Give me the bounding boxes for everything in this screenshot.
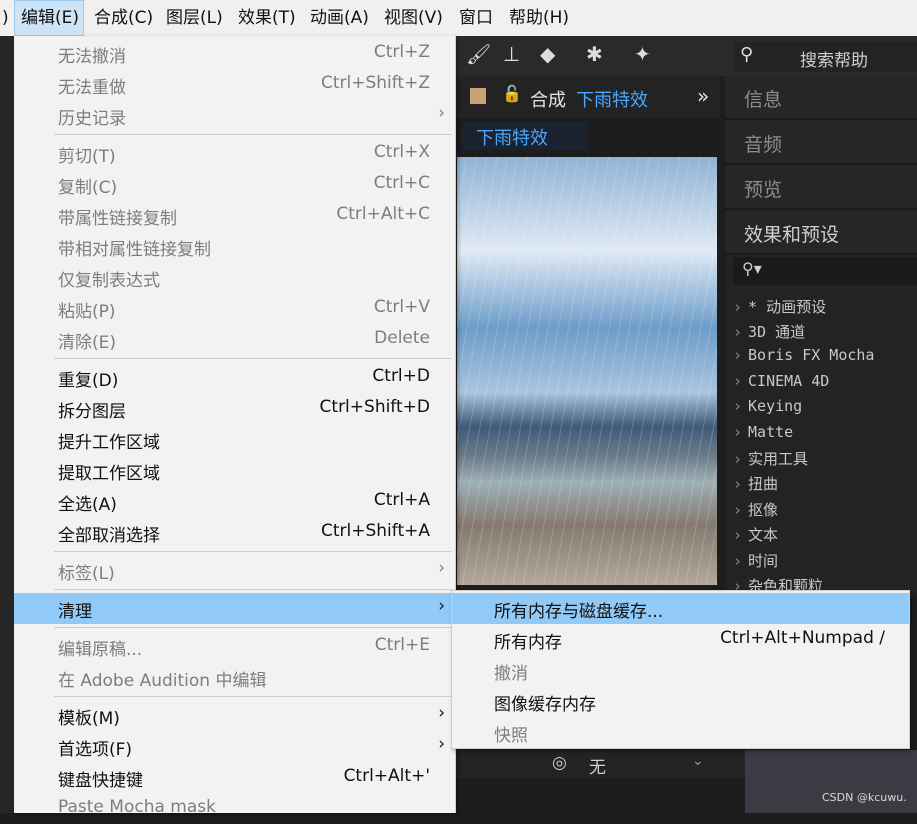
- search-icon: ⚲: [740, 44, 754, 65]
- lock-icon[interactable]: 🔓: [502, 84, 522, 103]
- effects-search-icon: ⚲▾: [742, 259, 762, 278]
- panel-more-icon[interactable]: »: [697, 84, 709, 108]
- menu-item-redo[interactable]: 无法重做 Ctrl+Shift+Z: [14, 69, 455, 100]
- chevron-down-icon[interactable]: ⌄: [692, 753, 704, 769]
- menu-item-paste-mocha-mask[interactable]: Paste Mocha mask: [14, 793, 455, 824]
- effect-category[interactable]: › CINEMA 4D: [733, 372, 829, 390]
- menubar-item-view[interactable]: 视图(V): [384, 0, 443, 36]
- chevron-right-icon: ›: [438, 703, 445, 723]
- submenu-item-all-memory-disk-cache[interactable]: 所有内存与磁盘缓存...: [452, 593, 909, 624]
- menu-separator: [54, 627, 452, 628]
- menu-separator: [54, 358, 452, 359]
- menu-item-label[interactable]: 标签(L) ›: [14, 555, 455, 586]
- info-panel-header[interactable]: 信息: [725, 76, 917, 120]
- chevron-right-icon: ›: [438, 103, 445, 123]
- menu-item-copy-relative-links[interactable]: 带相对属性链接复制: [14, 231, 455, 262]
- menu-item-copy-expression[interactable]: 仅复制表达式: [14, 262, 455, 293]
- submenu-item-all-memory[interactable]: 所有内存 Ctrl+Alt+Numpad /: [452, 624, 909, 655]
- eraser-tool-icon[interactable]: ◆: [540, 42, 555, 66]
- chevron-right-icon: ›: [438, 596, 445, 616]
- effect-category[interactable]: › 抠像: [733, 499, 778, 520]
- composition-subtab-label[interactable]: 下雨特效: [476, 124, 548, 150]
- menu-item-paste[interactable]: 粘贴(P) Ctrl+V: [14, 293, 455, 324]
- submenu-item-snapshot[interactable]: 快照: [452, 717, 909, 748]
- watermark: CSDN @kcuwu.: [822, 791, 907, 804]
- edit-menu: 无法撤消 Ctrl+Z 无法重做 Ctrl+Shift+Z 历史记录 › 剪切(T) C…: [14, 36, 456, 817]
- menu-separator: [54, 134, 452, 135]
- menu-item-edit-in-audition[interactable]: 在 Adobe Audition 中编辑: [14, 662, 455, 693]
- spiral-icon: ◎: [552, 753, 567, 773]
- menu-item-select-all[interactable]: 全选(A) Ctrl+A: [14, 486, 455, 517]
- menubar-item-composition[interactable]: 合成(C): [94, 0, 153, 36]
- menubar-item-layer[interactable]: 图层(L): [166, 0, 223, 36]
- menubar-item-help[interactable]: 帮助(H): [509, 0, 569, 36]
- composition-tab-prefix: 合成: [530, 90, 566, 111]
- composition-tab-name[interactable]: 下雨特效: [576, 86, 648, 112]
- menu-item-extract-work-area[interactable]: 提取工作区域: [14, 455, 455, 486]
- comp-color-swatch: [470, 88, 486, 104]
- menu-item-split-layer[interactable]: 拆分图层 Ctrl+Shift+D: [14, 393, 455, 424]
- effect-category[interactable]: › 扭曲: [733, 473, 778, 494]
- menu-item-undo[interactable]: 无法撤消 Ctrl+Z: [14, 38, 455, 69]
- menu-item-deselect-all[interactable]: 全部取消选择 Ctrl+Shift+A: [14, 517, 455, 548]
- menu-separator: [54, 589, 452, 590]
- menubar-item-effect[interactable]: 效果(T): [238, 0, 296, 36]
- menubar-item-edit[interactable]: 编辑(E): [14, 0, 84, 36]
- blend-mode-dropdown[interactable]: 无: [589, 753, 606, 778]
- audio-panel-header[interactable]: 音频: [725, 121, 917, 165]
- purge-submenu: 所有内存与磁盘缓存... 所有内存 Ctrl+Alt+Numpad / 撤消 图像…: [451, 590, 910, 749]
- menu-item-keyboard-shortcuts[interactable]: 键盘快捷键 Ctrl+Alt+': [14, 762, 455, 793]
- chevron-right-icon: ›: [438, 734, 445, 754]
- brush-tool-icon[interactable]: 🖌: [466, 42, 491, 66]
- effect-category[interactable]: › 时间: [733, 550, 778, 571]
- effects-presets-header[interactable]: 效果和预设: [725, 211, 917, 255]
- effect-category[interactable]: › 文本: [733, 524, 778, 545]
- menu-item-cut[interactable]: 剪切(T) Ctrl+X: [14, 138, 455, 169]
- menu-item-lift-work-area[interactable]: 提升工作区域: [14, 424, 455, 455]
- menubar-item-partial[interactable]: ): [2, 0, 9, 36]
- menu-item-copy[interactable]: 复制(C) Ctrl+C: [14, 169, 455, 200]
- menu-item-templates[interactable]: 模板(M) ›: [14, 700, 455, 731]
- menu-item-duplicate[interactable]: 重复(D) Ctrl+D: [14, 362, 455, 393]
- chevron-right-icon: ›: [438, 558, 445, 578]
- effect-category[interactable]: › 实用工具: [733, 448, 808, 469]
- menubar-item-animation[interactable]: 动画(A): [310, 0, 369, 36]
- preview-panel-header[interactable]: 预览: [725, 166, 917, 210]
- effect-category[interactable]: › 3D 通道: [733, 321, 805, 342]
- menu-item-purge[interactable]: 清理 ›: [14, 593, 455, 624]
- effect-category[interactable]: › Keying: [733, 397, 802, 415]
- menu-item-preferences[interactable]: 首选项(F) ›: [14, 731, 455, 762]
- effect-category[interactable]: › * 动画预设: [733, 296, 826, 317]
- menu-item-copy-with-links[interactable]: 带属性链接复制 Ctrl+Alt+C: [14, 200, 455, 231]
- menu-separator: [54, 551, 452, 552]
- puppet-tool-icon[interactable]: ✱: [586, 42, 603, 66]
- menubar-item-window[interactable]: 窗口: [459, 0, 493, 36]
- menu-separator: [54, 696, 452, 697]
- effect-category[interactable]: › Boris FX Mocha: [733, 346, 874, 364]
- menu-item-edit-original[interactable]: 编辑原稿... Ctrl+E: [14, 631, 455, 662]
- submenu-item-image-cache-memory[interactable]: 图像缓存内存: [452, 686, 909, 717]
- left-panel-strip: [0, 36, 14, 813]
- menu-item-clear[interactable]: 清除(E) Delete: [14, 324, 455, 355]
- rain-overlay: [457, 157, 717, 585]
- pin-tool-icon[interactable]: ✦: [634, 42, 651, 66]
- help-search-input[interactable]: 搜索帮助: [800, 46, 868, 71]
- menu-bar: ) 编辑(E) 合成(C) 图层(L) 效果(T) 动画(A) 视图(V) 窗口…: [0, 0, 917, 36]
- effect-category[interactable]: › Matte: [733, 423, 793, 441]
- stamp-tool-icon[interactable]: ⊥: [503, 42, 520, 66]
- submenu-item-undo[interactable]: 撤消: [452, 655, 909, 686]
- menu-item-history[interactable]: 历史记录 ›: [14, 100, 455, 131]
